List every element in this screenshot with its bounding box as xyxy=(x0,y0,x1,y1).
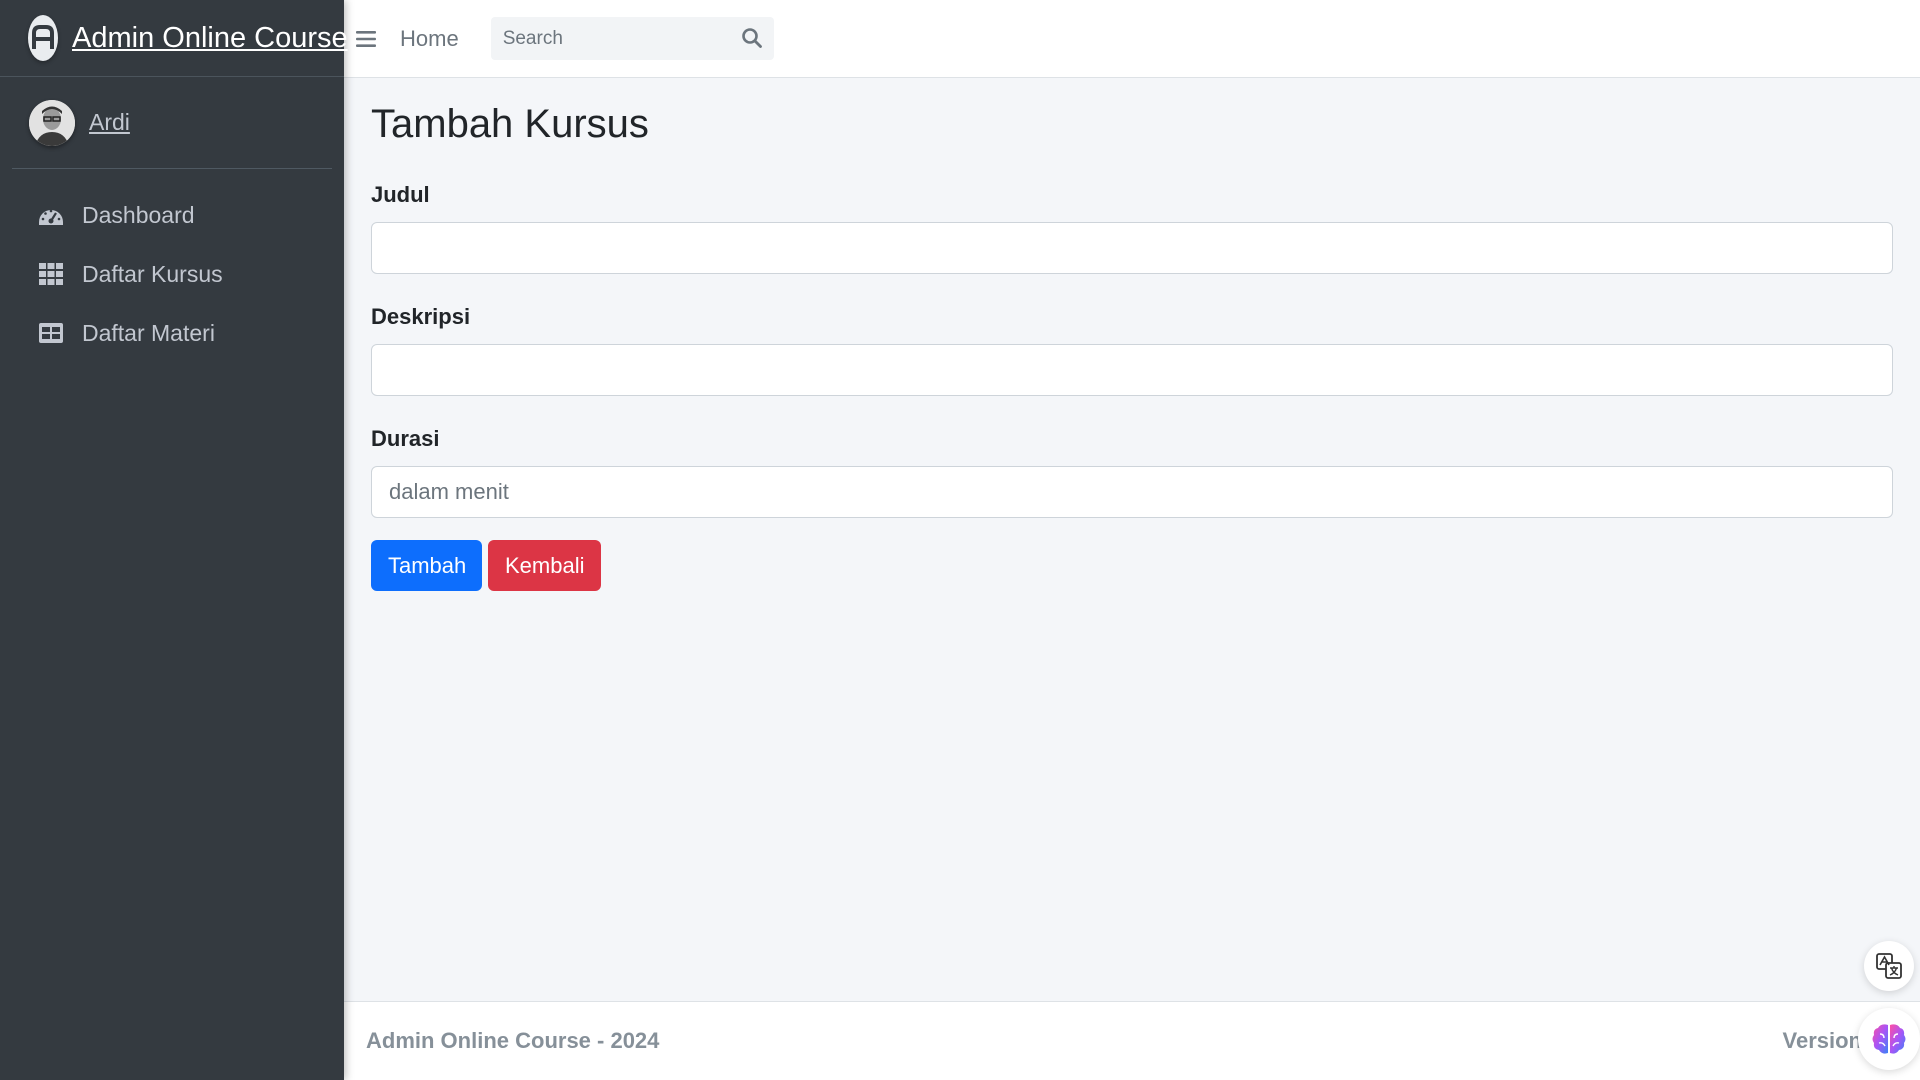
durasi-label: Durasi xyxy=(371,426,440,451)
grid-icon xyxy=(38,261,64,287)
brand-link[interactable]: Admin Online Course xyxy=(0,0,348,77)
kembali-button[interactable]: Kembali xyxy=(488,540,601,591)
brand-logo-icon xyxy=(28,15,58,61)
main-content: Tambah Kursus Judul Deskripsi Durasi Tam… xyxy=(371,78,1893,591)
search-icon[interactable] xyxy=(740,26,764,50)
durasi-input[interactable] xyxy=(371,466,1893,518)
brand-title[interactable]: Admin Online Course xyxy=(72,22,348,55)
ai-brain-icon[interactable] xyxy=(1858,1008,1920,1070)
search-input[interactable] xyxy=(490,16,725,61)
sidebar-item-dashboard[interactable]: Dashboard xyxy=(12,191,332,239)
user-name-link[interactable]: Ardi xyxy=(89,109,130,136)
sidebar-item-label: Daftar Kursus xyxy=(82,260,223,287)
sidebar-item-label: Daftar Materi xyxy=(82,319,215,346)
form-actions: Tambah Kembali xyxy=(371,540,1893,591)
deskripsi-input[interactable] xyxy=(371,344,1893,396)
page-title: Tambah Kursus xyxy=(371,102,649,146)
deskripsi-label: Deskripsi xyxy=(371,304,471,329)
tambah-button[interactable]: Tambah xyxy=(371,540,482,591)
home-link[interactable]: Home xyxy=(400,26,459,52)
sidebar: Admin Online Course Ardi Dashboard Dafta… xyxy=(0,0,348,1080)
menu-toggle-icon[interactable] xyxy=(354,27,378,51)
dashboard-icon xyxy=(38,202,64,228)
sidebar-item-daftar-kursus[interactable]: Daftar Kursus xyxy=(12,250,332,298)
judul-label: Judul xyxy=(371,182,430,207)
footer-copyright: Admin Online Course - 2024 xyxy=(366,1028,660,1053)
sidebar-item-label: Dashboard xyxy=(82,201,195,228)
sidebar-item-daftar-materi[interactable]: Daftar Materi xyxy=(12,309,332,357)
footer-version: Version xyxy=(1782,1028,1862,1053)
table-icon xyxy=(38,320,64,346)
top-navbar: Home xyxy=(344,0,1920,78)
user-panel: Ardi xyxy=(12,77,332,169)
search-box xyxy=(490,16,774,61)
sidebar-nav: Dashboard Daftar Kursus Daftar Materi xyxy=(0,191,344,357)
translate-icon[interactable] xyxy=(1864,941,1914,991)
judul-input[interactable] xyxy=(371,222,1893,274)
avatar xyxy=(29,99,75,146)
footer: Admin Online Course - 2024 Version xyxy=(344,1001,1920,1080)
